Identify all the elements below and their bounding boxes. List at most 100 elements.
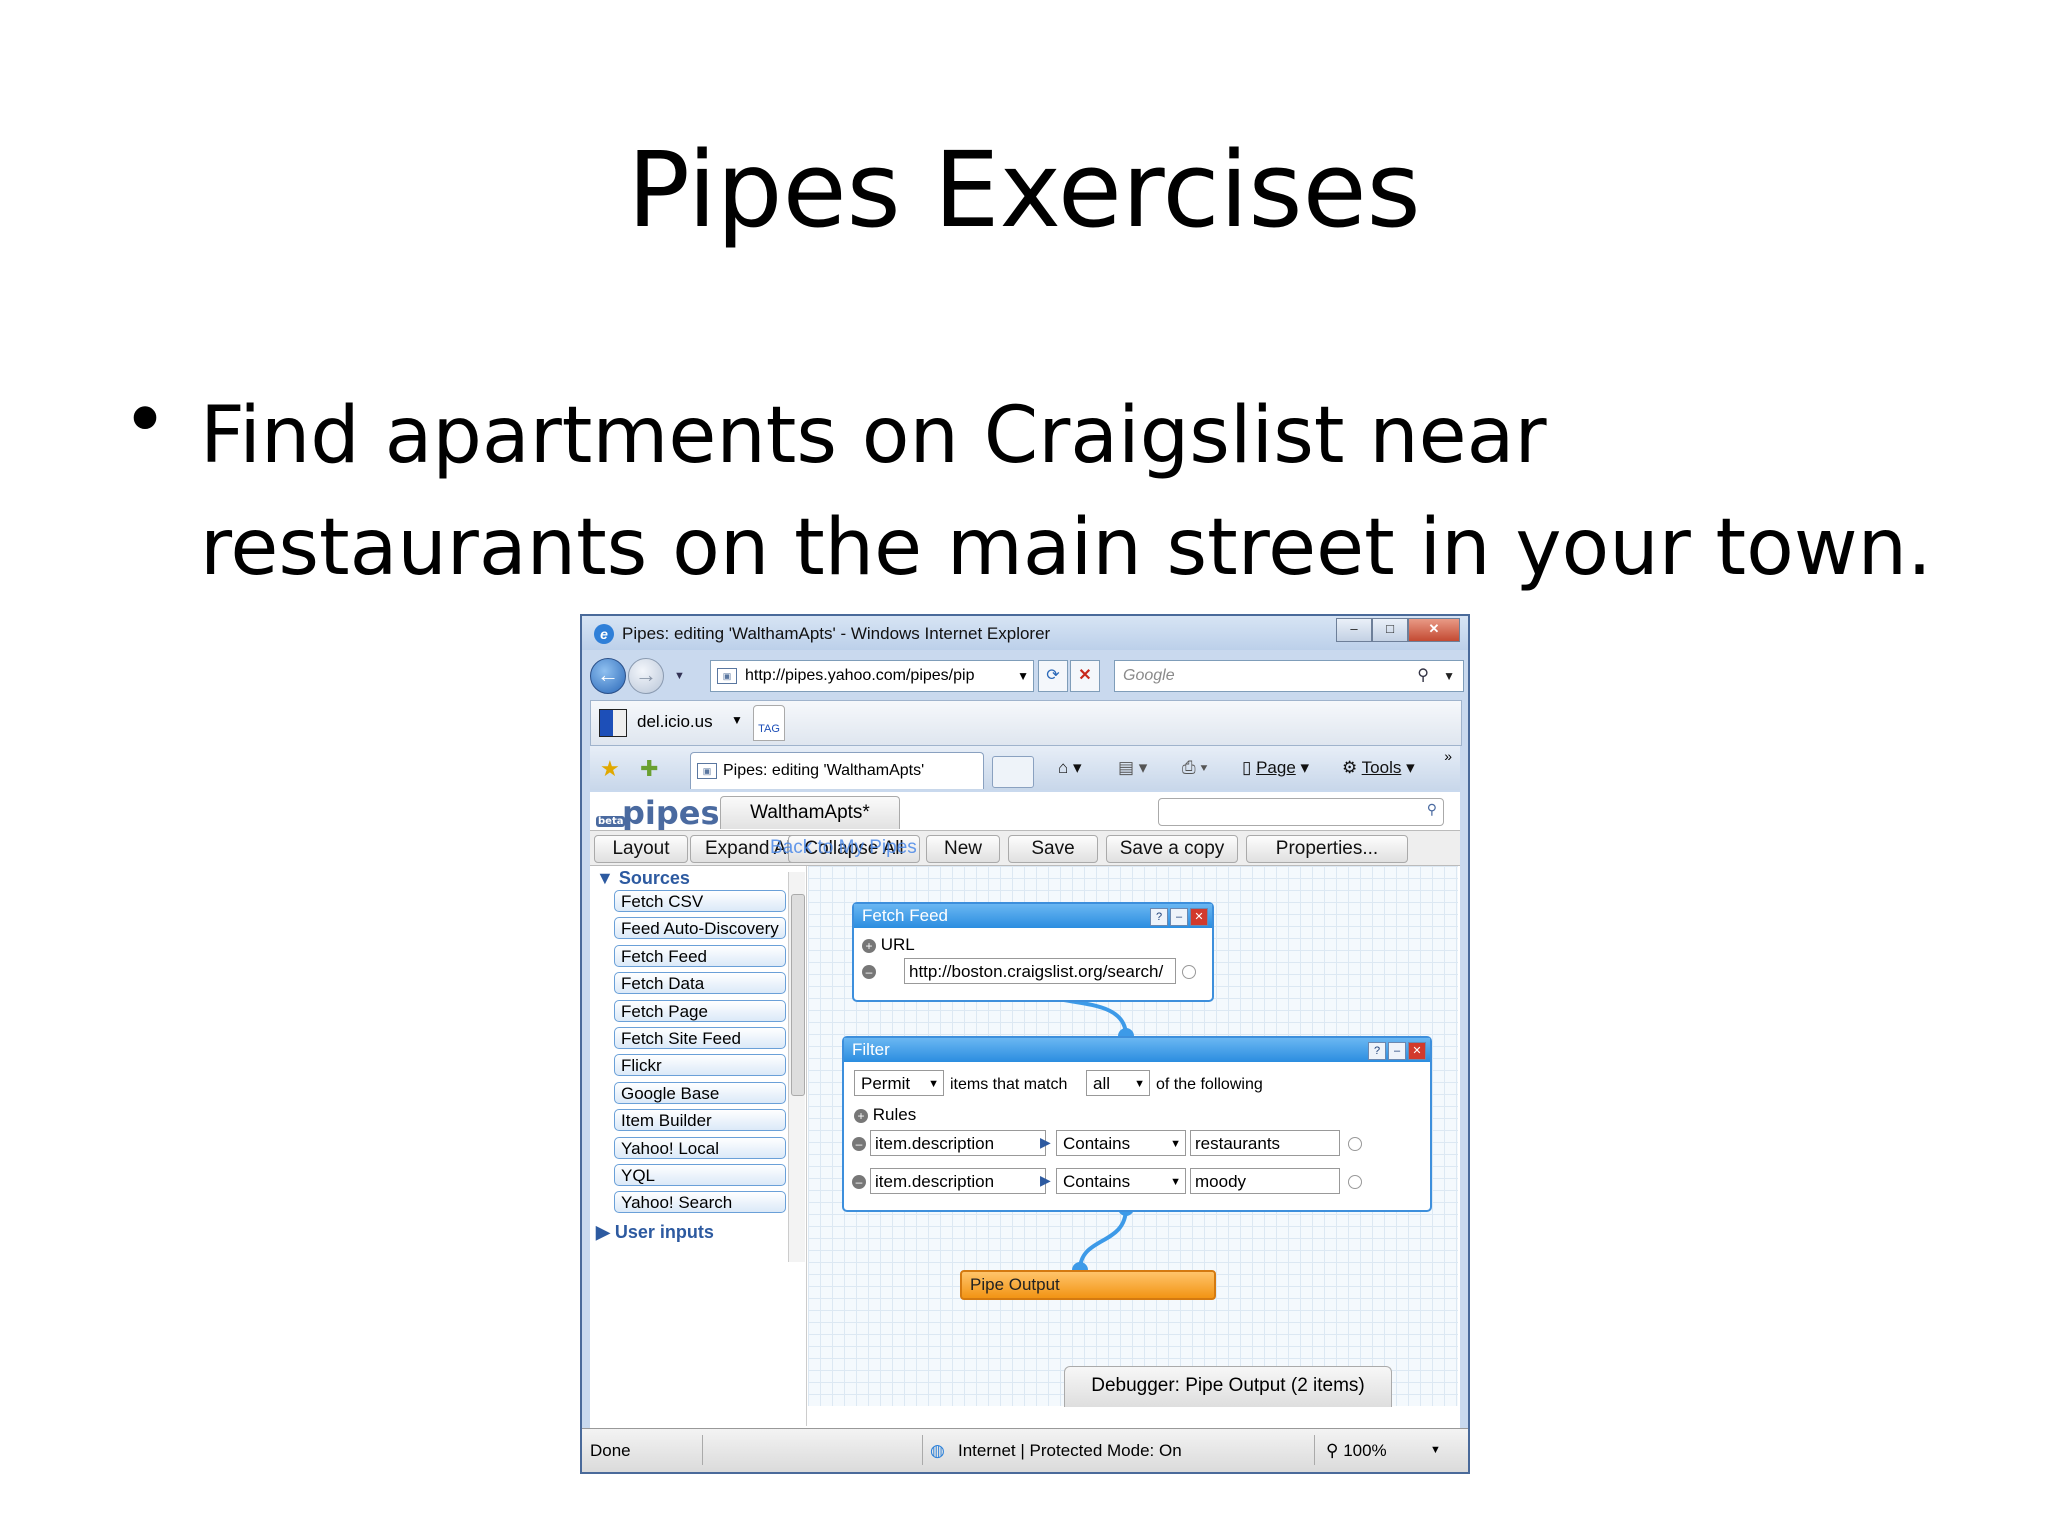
sidebar-module-item[interactable]: Yahoo! Local [614, 1136, 786, 1159]
address-bar[interactable]: ▣ http://pipes.yahoo.com/pipes/pip ▼ [710, 660, 1034, 692]
collapse-icon[interactable]: – [1388, 1042, 1406, 1060]
url-terminal[interactable] [1182, 965, 1196, 979]
help-icon[interactable]: ? [1150, 908, 1168, 926]
collapse-icon[interactable]: – [1170, 908, 1188, 926]
module-header[interactable]: Filter ? – ✕ [844, 1038, 1430, 1062]
field-picker-icon[interactable]: ▶ [1040, 1134, 1051, 1151]
delicious-link[interactable]: del.icio.us [637, 712, 713, 732]
pipe-output-module[interactable]: Pipe Output [960, 1270, 1216, 1300]
zoom-value: 100% [1343, 1441, 1387, 1460]
delicious-dropdown-icon[interactable]: ▼ [731, 713, 743, 727]
security-zone-text: Internet | Protected Mode: On [958, 1441, 1182, 1460]
remove-icon[interactable]: – [852, 1174, 866, 1189]
add-icon[interactable]: + [854, 1108, 868, 1123]
fetch-feed-module[interactable]: Fetch Feed ? – ✕ + URL – http://boston.cra… [852, 902, 1214, 1002]
close-button[interactable]: ✕ [1408, 618, 1460, 642]
url-input[interactable]: http://boston.craigslist.org/search/ [904, 958, 1176, 984]
module-title: Filter [852, 1040, 890, 1059]
debugger-tab[interactable]: Debugger: Pipe Output (2 items) [1064, 1366, 1392, 1407]
links-toolbar: del.icio.us ▼ TAG [590, 700, 1462, 746]
sidebar-module-item[interactable]: YQL [614, 1164, 786, 1186]
favorites-star-icon[interactable]: ★ [600, 756, 620, 782]
module-header[interactable]: Fetch Feed ? – ✕ [854, 904, 1212, 928]
home-icon[interactable]: ⌂ ▾ [1058, 758, 1082, 778]
search-dropdown-icon[interactable]: ▼ [1443, 661, 1455, 691]
filter-mode-select[interactable]: Permit ▼ [854, 1070, 944, 1096]
search-input[interactable]: Google ⚲ ▼ [1114, 660, 1464, 692]
layout-button[interactable]: Layout [594, 835, 688, 863]
search-icon[interactable]: ⚲ [1427, 801, 1437, 818]
back-to-my-pipes-link[interactable]: Back to My Pipes [770, 835, 917, 861]
pipe-canvas[interactable]: Fetch Feed ? – ✕ + URL – http://boston.cra… [808, 866, 1458, 1407]
sidebar-module-item[interactable]: Item Builder [614, 1109, 786, 1132]
navigation-bar: ← → ▼ ▣ http://pipes.yahoo.com/pipes/pip… [582, 650, 1468, 698]
rule-terminal[interactable] [1348, 1175, 1362, 1189]
close-icon[interactable]: ✕ [1408, 1042, 1426, 1060]
rule-field-input[interactable]: item.description [870, 1168, 1046, 1194]
page-menu[interactable]: ▯ Page ▾ [1242, 758, 1309, 778]
sidebar-module-item[interactable]: Yahoo! Search [614, 1191, 786, 1214]
sidebar-module-item[interactable]: Google Base [614, 1081, 786, 1104]
address-dropdown-icon[interactable]: ▼ [1017, 661, 1029, 691]
user-inputs-header[interactable]: ▶ User inputs [596, 1222, 714, 1243]
forward-arrow-icon[interactable]: → [628, 658, 664, 694]
new-tab-button[interactable] [992, 756, 1034, 788]
chevron-down-icon: ▼ [1170, 1176, 1181, 1188]
rules-label: Rules [872, 1105, 917, 1124]
back-arrow-icon[interactable]: ← [590, 658, 626, 694]
pipes-search-input[interactable]: ⚲ [1158, 798, 1444, 826]
remove-icon[interactable]: – [862, 964, 876, 979]
slide-title: Pipes Exercises [627, 129, 1421, 251]
sidebar-module-item[interactable]: Feed Auto-Discovery [614, 917, 786, 940]
chevron-right-icon[interactable]: » [1444, 748, 1452, 764]
print-icon[interactable]: ⎙ ▾ [1182, 758, 1207, 778]
remove-icon[interactable]: – [852, 1136, 866, 1151]
address-text: http://pipes.yahoo.com/pipes/pip [745, 667, 975, 684]
remove-url-icon-wrap: – [862, 960, 876, 982]
rule-value-input[interactable]: moody [1190, 1168, 1340, 1194]
rule-value-input[interactable]: restaurants [1190, 1130, 1340, 1156]
sidebar-module-item[interactable]: Fetch Feed [614, 944, 786, 967]
tag-button[interactable]: TAG [753, 705, 785, 741]
sidebar-module-item[interactable]: Fetch Page [614, 999, 786, 1022]
rule-operator-select[interactable]: Contains ▼ [1056, 1168, 1186, 1194]
stop-icon[interactable]: ✕ [1070, 660, 1100, 692]
history-dropdown-icon[interactable]: ▼ [674, 670, 685, 682]
pipe-name-tab[interactable]: WalthamApts* [720, 796, 900, 829]
sidebar-module-item[interactable]: Fetch Site Feed [614, 1027, 786, 1049]
minimize-button[interactable]: – [1336, 618, 1372, 642]
sidebar-scrollbar[interactable] [788, 872, 805, 1262]
feeds-icon[interactable]: ▤ ▾ [1118, 758, 1147, 778]
rule-terminal[interactable] [1348, 1137, 1362, 1151]
chevron-down-icon: ▼ [1170, 1138, 1181, 1150]
search-icon[interactable]: ⚲ [1417, 661, 1429, 691]
save-copy-button[interactable]: Save a copy [1106, 835, 1238, 863]
filter-module[interactable]: Filter ? – ✕ Permit ▼ items that match all ▼… [842, 1036, 1432, 1212]
sidebar-module-item[interactable]: Fetch CSV [614, 890, 786, 912]
tab-pipes-editing[interactable]: ▣ Pipes: editing 'WalthamApts' [690, 752, 984, 789]
zoom-control[interactable]: ⚲ 100% [1326, 1441, 1387, 1461]
refresh-icon[interactable]: ⟳ [1038, 660, 1068, 692]
field-picker-icon[interactable]: ▶ [1040, 1172, 1051, 1189]
zoom-dropdown-icon[interactable]: ▼ [1430, 1444, 1441, 1456]
add-icon[interactable]: + [862, 938, 876, 953]
match-select[interactable]: all ▼ [1086, 1070, 1150, 1096]
properties-button[interactable]: Properties... [1246, 835, 1408, 863]
sources-header[interactable]: ▼ Sources [596, 868, 690, 889]
rule-operator-select[interactable]: Contains ▼ [1056, 1130, 1186, 1156]
pipes-logo: beta pipes [596, 794, 720, 832]
new-button[interactable]: New [926, 835, 1000, 863]
scrollbar-thumb[interactable] [791, 894, 805, 1096]
sidebar-module-item[interactable]: Fetch Data [614, 972, 786, 995]
sidebar-module-item[interactable]: Flickr [614, 1054, 786, 1077]
tools-menu[interactable]: ⚙ Tools ▾ [1342, 758, 1415, 778]
close-icon[interactable]: ✕ [1190, 908, 1208, 926]
add-favorite-icon[interactable]: ✚ [640, 756, 658, 782]
user-inputs-header-label: User inputs [614, 1222, 714, 1242]
save-button[interactable]: Save [1008, 835, 1098, 863]
rule-field-input[interactable]: item.description [870, 1130, 1046, 1156]
maximize-button[interactable]: □ [1372, 618, 1408, 642]
status-bar: Done ◍ Internet | Protected Mode: On ⚲ 1… [582, 1428, 1468, 1472]
help-icon[interactable]: ? [1368, 1042, 1386, 1060]
following-text: of the following [1156, 1076, 1263, 1093]
